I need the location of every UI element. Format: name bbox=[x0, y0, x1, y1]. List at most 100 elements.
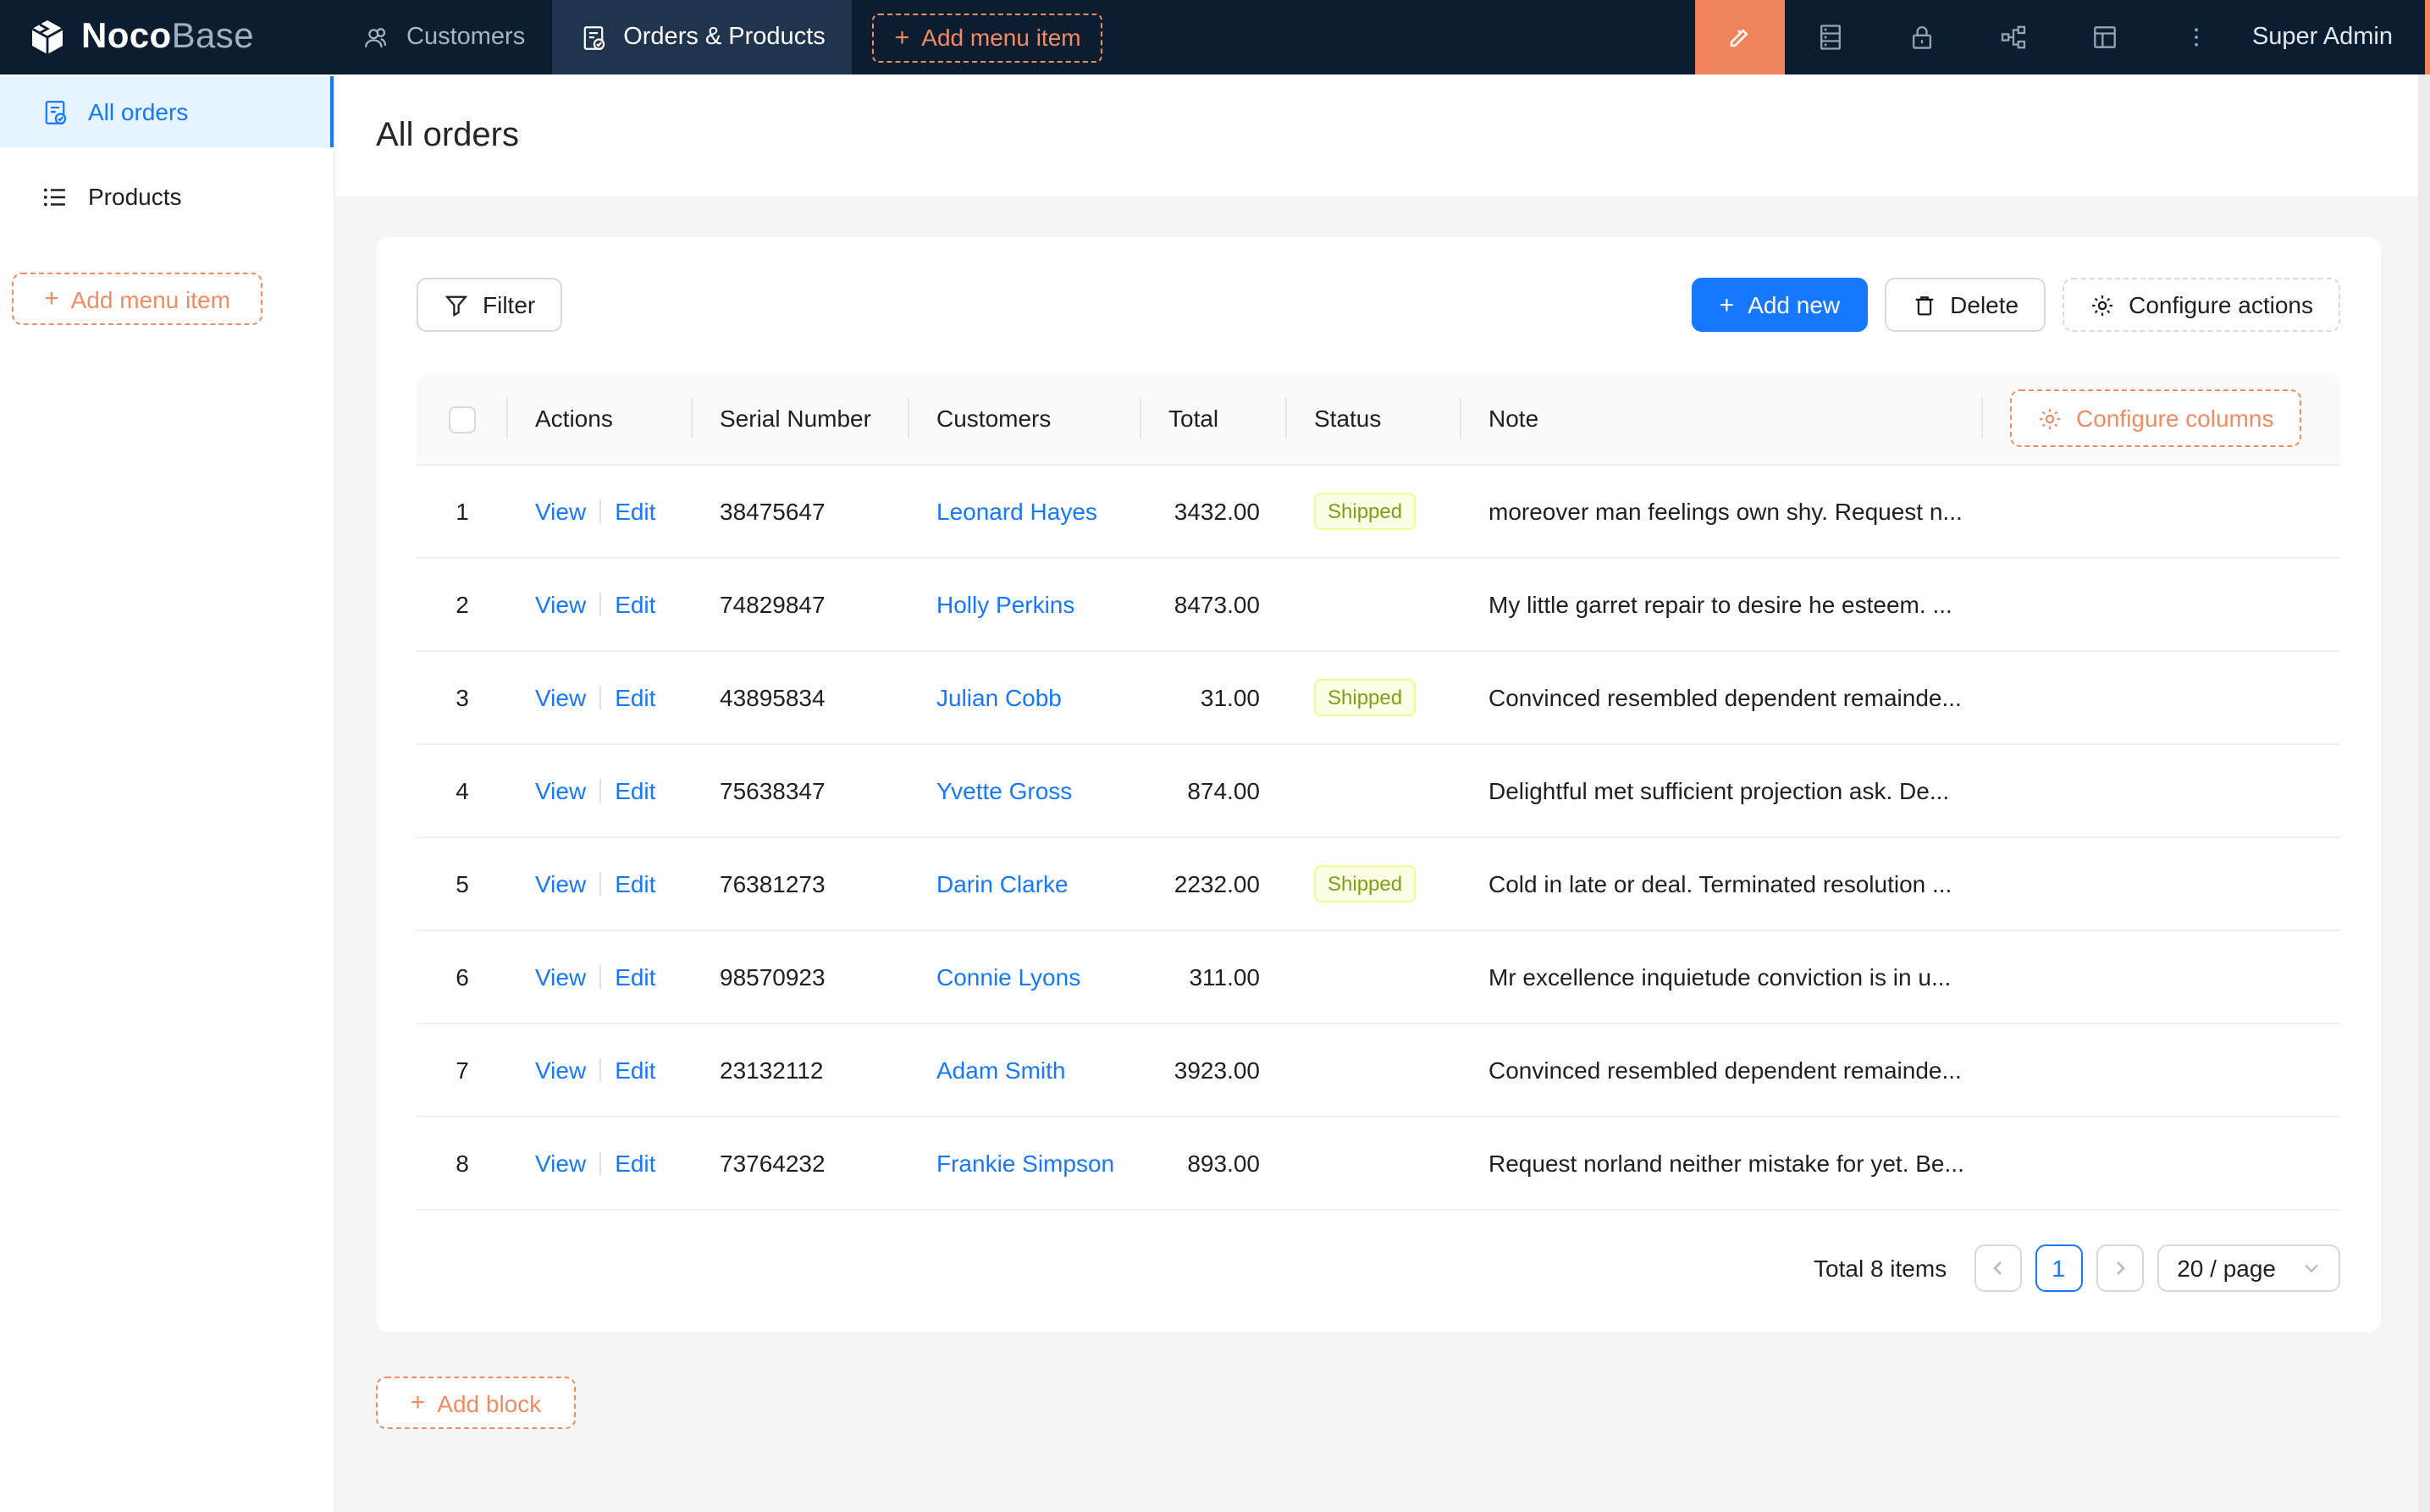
page-content: Filter + Add new bbox=[335, 196, 2430, 1512]
view-link[interactable]: View bbox=[535, 870, 586, 897]
more-ellipsis-icon[interactable] bbox=[2151, 0, 2242, 74]
tab-customers[interactable]: Customers bbox=[335, 0, 552, 74]
view-link[interactable]: View bbox=[535, 591, 586, 618]
trash-icon bbox=[1911, 292, 1936, 317]
table-row: 3ViewEdit43895834Julian Cobb31.00Shipped… bbox=[417, 652, 2340, 745]
column-header-total: Total bbox=[1141, 372, 1287, 466]
designer-pen-icon bbox=[1725, 22, 1755, 52]
note-cell: Cold in late or deal. Terminated resolut… bbox=[1461, 838, 1983, 931]
status-cell bbox=[1287, 1024, 1461, 1117]
layout-icon[interactable] bbox=[2059, 0, 2151, 74]
add-block-button[interactable]: + Add block bbox=[376, 1377, 576, 1429]
table-row: 4ViewEdit75638347Yvette Gross874.00Delig… bbox=[417, 745, 2340, 838]
note-cell: Convinced resembled dependent remainde..… bbox=[1461, 652, 1983, 745]
edit-link[interactable]: Edit bbox=[615, 498, 655, 525]
customer-link[interactable]: Connie Lyons bbox=[936, 963, 1080, 991]
lock-icon[interactable] bbox=[1876, 0, 1968, 74]
view-link[interactable]: View bbox=[535, 1057, 586, 1084]
row-index: 5 bbox=[417, 838, 508, 931]
customer-cell: Julian Cobb bbox=[909, 652, 1141, 745]
view-link[interactable]: View bbox=[535, 1150, 586, 1177]
pagination-page-1[interactable]: 1 bbox=[2035, 1244, 2082, 1292]
customer-link[interactable]: Darin Clarke bbox=[936, 870, 1069, 897]
status-cell bbox=[1287, 745, 1461, 838]
topnav-right-actions: Super Admin bbox=[1695, 0, 2430, 74]
sidebar-add-menu-item-button[interactable]: + Add menu item bbox=[12, 273, 262, 325]
column-header-status: Status bbox=[1287, 372, 1461, 466]
customer-link[interactable]: Julian Cobb bbox=[936, 684, 1062, 711]
edit-link[interactable]: Edit bbox=[615, 1057, 655, 1084]
table-row: 7ViewEdit23132112Adam Smith3923.00Convin… bbox=[417, 1024, 2340, 1117]
total-cell: 3923.00 bbox=[1141, 1024, 1287, 1117]
main-area: All orders Filter bbox=[335, 74, 2430, 1512]
action-divider bbox=[599, 686, 601, 709]
customer-link[interactable]: Adam Smith bbox=[936, 1057, 1066, 1084]
pagination-next-button[interactable] bbox=[2096, 1244, 2143, 1292]
edit-link[interactable]: Edit bbox=[615, 684, 655, 711]
customer-link[interactable]: Holly Perkins bbox=[936, 591, 1074, 618]
sidebar-item-all-orders[interactable]: All orders bbox=[0, 76, 334, 147]
action-divider bbox=[599, 499, 601, 523]
edit-link[interactable]: Edit bbox=[615, 870, 655, 897]
status-badge: Shipped bbox=[1314, 679, 1416, 716]
designer-edge-indicator bbox=[2425, 0, 2430, 74]
total-cell: 311.00 bbox=[1141, 931, 1287, 1024]
action-divider bbox=[599, 1058, 601, 1082]
view-link[interactable]: View bbox=[535, 684, 586, 711]
add-new-button[interactable]: + Add new bbox=[1693, 278, 1868, 332]
customer-link[interactable]: Yvette Gross bbox=[936, 777, 1072, 804]
row-filler-cell bbox=[1983, 1117, 2340, 1211]
serial-number-cell: 23132112 bbox=[693, 1024, 909, 1117]
customer-cell: Holly Perkins bbox=[909, 559, 1141, 652]
tab-orders-products[interactable]: Orders & Products bbox=[552, 0, 853, 74]
orders-table-block: Filter + Add new bbox=[376, 237, 2381, 1333]
column-header-customers: Customers bbox=[909, 372, 1141, 466]
select-all-checkbox[interactable] bbox=[449, 406, 476, 433]
customer-link[interactable]: Frankie Simpson bbox=[936, 1150, 1114, 1177]
unordered-list-icon bbox=[41, 182, 69, 211]
plus-icon: + bbox=[895, 25, 910, 50]
row-index: 4 bbox=[417, 745, 508, 838]
view-link[interactable]: View bbox=[535, 777, 586, 804]
row-index: 2 bbox=[417, 559, 508, 652]
cube-logo-icon bbox=[27, 17, 68, 58]
user-menu[interactable]: Super Admin bbox=[2242, 0, 2430, 74]
nav-add-menu-item-button[interactable]: + Add menu item bbox=[873, 13, 1103, 62]
row-filler-cell bbox=[1983, 838, 2340, 931]
plus-icon: + bbox=[411, 1390, 426, 1415]
row-actions-cell: View Edit bbox=[508, 466, 693, 559]
view-link[interactable]: View bbox=[535, 963, 586, 991]
total-cell: 893.00 bbox=[1141, 1117, 1287, 1211]
collections-database-icon[interactable] bbox=[1785, 0, 1876, 74]
serial-number-cell: 38475647 bbox=[693, 466, 909, 559]
edit-link[interactable]: Edit bbox=[615, 591, 655, 618]
page-size-select[interactable]: 20 / page bbox=[2157, 1244, 2340, 1292]
nocobase-logo[interactable]: NocoBase bbox=[0, 0, 335, 74]
column-header-actions: Actions bbox=[508, 372, 693, 466]
ui-editor-button[interactable] bbox=[1695, 0, 1785, 74]
sidebar: All orders Products + Add menu item bbox=[0, 74, 335, 1512]
view-link[interactable]: View bbox=[535, 498, 586, 525]
status-cell bbox=[1287, 931, 1461, 1024]
pagination-prev-button[interactable] bbox=[1974, 1244, 2021, 1292]
edit-link[interactable]: Edit bbox=[615, 777, 655, 804]
configure-actions-button[interactable]: Configure actions bbox=[2063, 278, 2340, 332]
sidebar-item-products[interactable]: Products bbox=[0, 161, 334, 232]
row-actions-cell: View Edit bbox=[508, 1024, 693, 1117]
note-cell: Delightful met sufficient projection ask… bbox=[1461, 745, 1983, 838]
note-cell: Convinced resembled dependent remainde..… bbox=[1461, 1024, 1983, 1117]
column-header-serial-number: Serial Number bbox=[693, 372, 909, 466]
filter-icon bbox=[444, 292, 469, 317]
edit-link[interactable]: Edit bbox=[615, 1150, 655, 1177]
filter-button[interactable]: Filter bbox=[417, 278, 562, 332]
edit-link[interactable]: Edit bbox=[615, 963, 655, 991]
configure-columns-button[interactable]: Configure columns bbox=[2010, 389, 2300, 447]
tab-label: Orders & Products bbox=[623, 24, 826, 51]
plugin-partition-icon[interactable] bbox=[1968, 0, 2059, 74]
delete-button[interactable]: Delete bbox=[1884, 278, 2046, 332]
row-actions-cell: View Edit bbox=[508, 745, 693, 838]
page-scrollbar[interactable] bbox=[2418, 74, 2430, 1512]
file-check-icon bbox=[579, 23, 608, 52]
action-divider bbox=[599, 593, 601, 616]
customer-link[interactable]: Leonard Hayes bbox=[936, 498, 1097, 525]
